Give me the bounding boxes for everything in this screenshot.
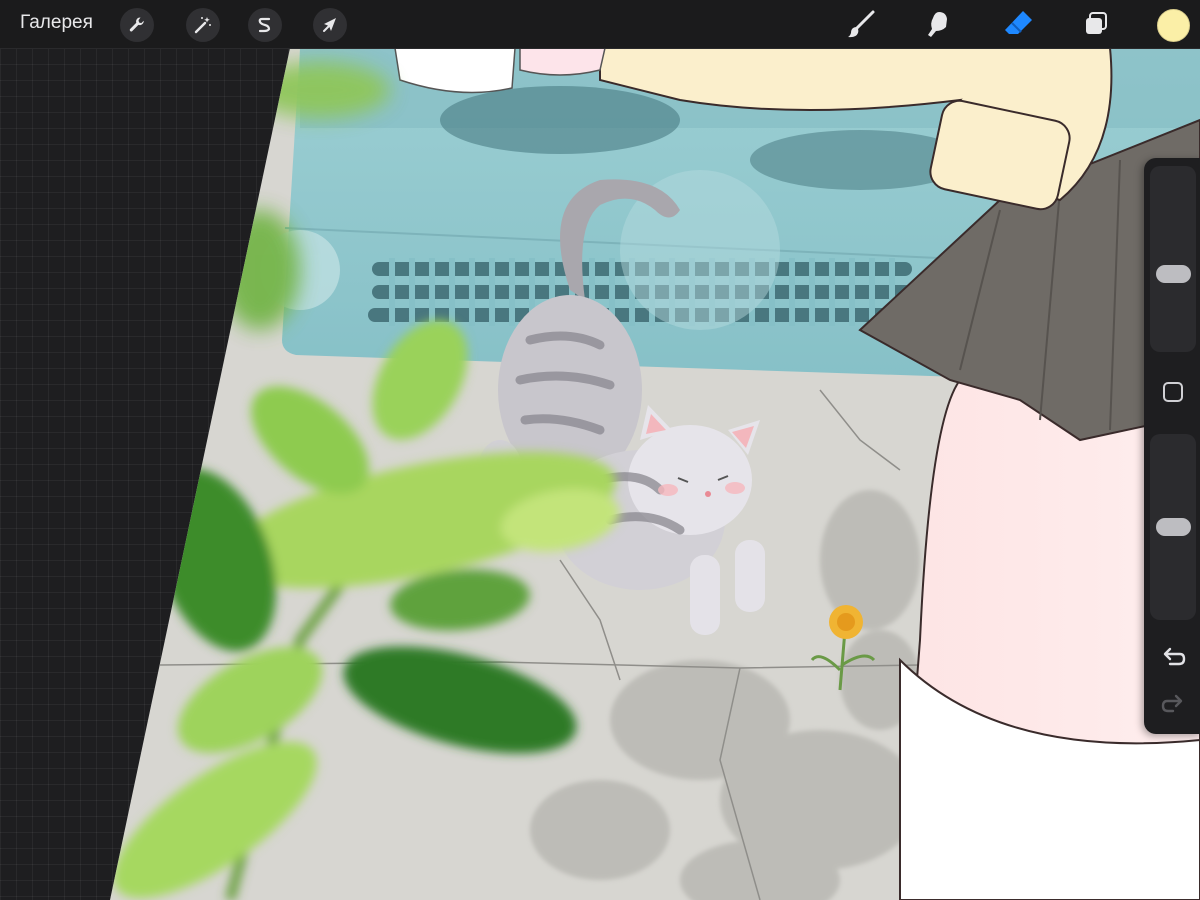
- arrow-cursor-icon: [323, 18, 336, 32]
- selection-button[interactable]: [248, 8, 282, 42]
- eraser-icon: [1005, 11, 1032, 34]
- color-picker-button[interactable]: [1157, 9, 1190, 42]
- transform-button[interactable]: [313, 8, 347, 42]
- redo-button[interactable]: [1156, 688, 1190, 722]
- adjustments-button[interactable]: [186, 8, 220, 42]
- brush-icon: [848, 10, 875, 38]
- smudge-tool-button[interactable]: [921, 6, 957, 42]
- layers-icon: [1086, 12, 1107, 34]
- opacity-slider[interactable]: [1150, 434, 1196, 620]
- opacity-thumb[interactable]: [1156, 518, 1191, 536]
- gallery-button[interactable]: Галерея: [20, 12, 93, 34]
- undo-button[interactable]: [1156, 641, 1190, 675]
- modify-button[interactable]: [1156, 375, 1190, 409]
- brush-size-slider[interactable]: [1150, 166, 1196, 352]
- eraser-tool-button[interactable]: [1001, 6, 1037, 42]
- wrench-icon: [129, 17, 144, 32]
- layers-button[interactable]: [1078, 6, 1114, 42]
- brush-tool-button[interactable]: [843, 6, 879, 42]
- actions-button[interactable]: [120, 8, 154, 42]
- smudge-icon: [928, 12, 947, 37]
- square-outline-icon: [1163, 382, 1183, 402]
- magic-wand-icon: [194, 17, 211, 34]
- redo-icon: [1161, 694, 1183, 713]
- top-toolbar: Галерея: [0, 0, 1200, 49]
- selection-s-icon: [258, 17, 271, 33]
- brush-size-thumb[interactable]: [1156, 264, 1191, 283]
- artwork-canvas[interactable]: [0, 48, 1200, 900]
- side-toolbar: [1144, 158, 1200, 734]
- undo-icon: [1163, 647, 1186, 666]
